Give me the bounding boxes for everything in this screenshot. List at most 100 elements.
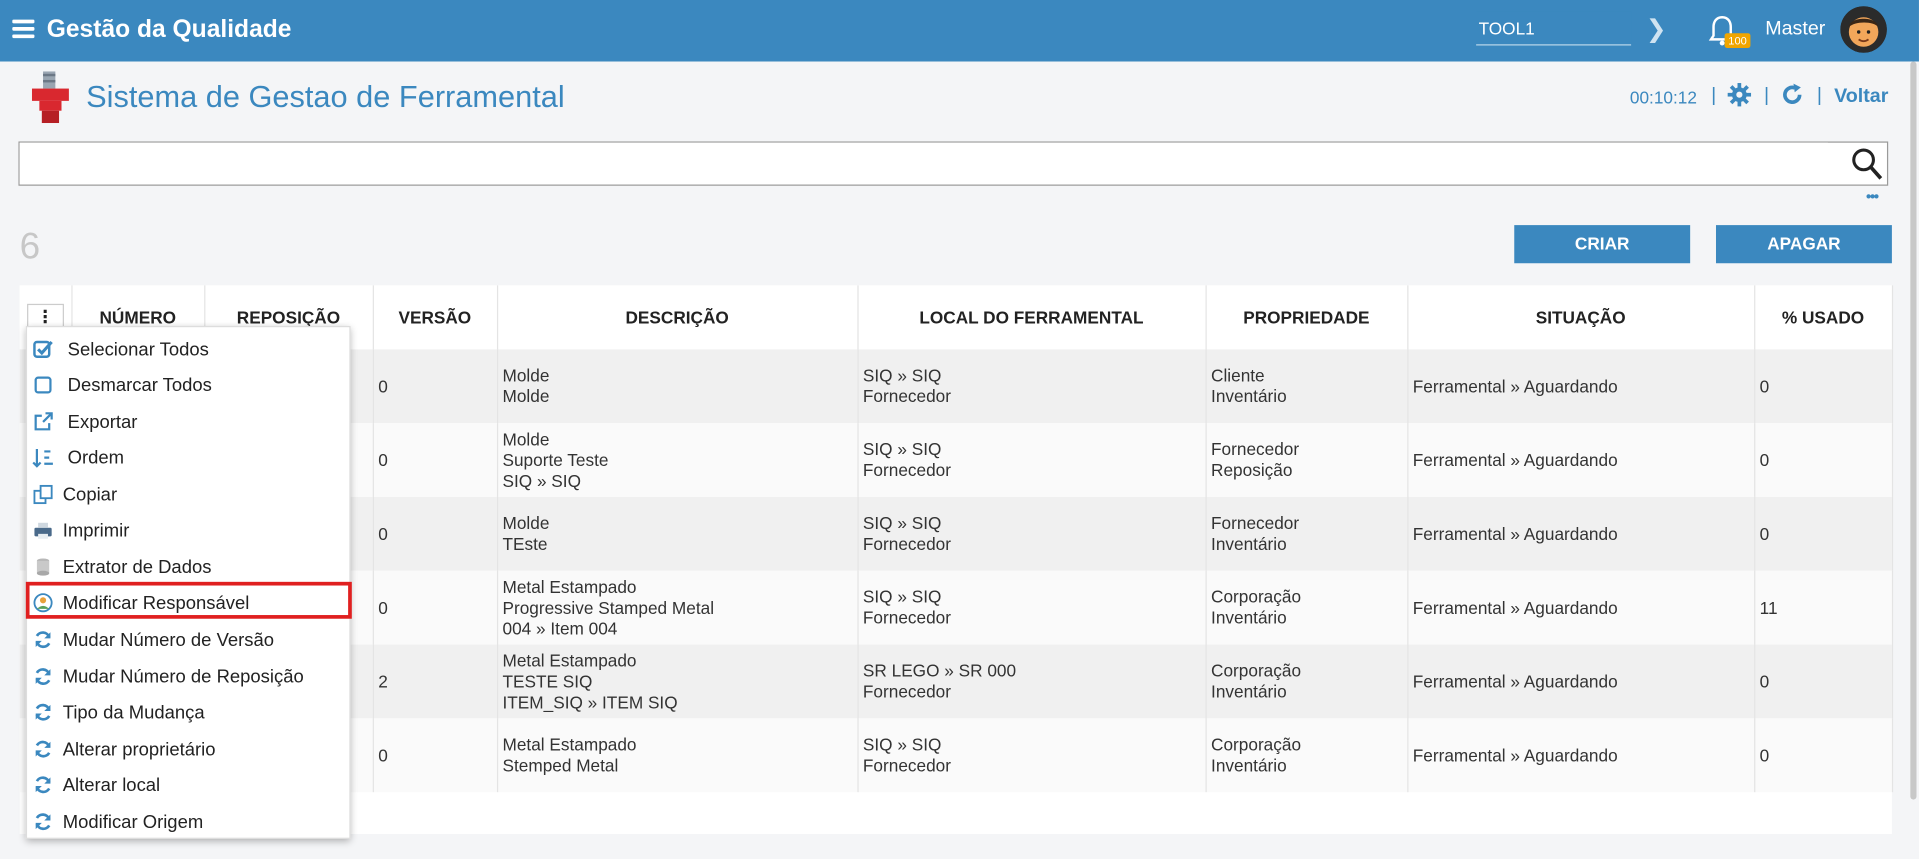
column-header[interactable]: PROPRIEDADE bbox=[1205, 285, 1408, 350]
menu-item-modificar-responsavel[interactable]: Modificar Responsável bbox=[27, 587, 352, 621]
usado-cell: 0 bbox=[1754, 496, 1893, 571]
menu-item-mudar-numero-de-reposicao[interactable]: Mudar Número de Reposição bbox=[27, 661, 352, 695]
advanced-search-toggle[interactable]: ••• bbox=[1866, 188, 1879, 205]
menu-item-mudar-numero-de-versao[interactable]: Mudar Número de Versão bbox=[27, 624, 352, 658]
menu-item-label: Mudar Número de Reposição bbox=[62, 666, 304, 688]
local-cell: SIQ » SIQ Fornecedor bbox=[857, 349, 1207, 424]
column-header[interactable]: % USADO bbox=[1754, 285, 1893, 350]
responsible-icon bbox=[32, 592, 54, 614]
versao-cell: 0 bbox=[372, 496, 498, 571]
avatar[interactable] bbox=[1840, 6, 1887, 53]
usado-cell: 0 bbox=[1754, 644, 1893, 719]
refresh-icon[interactable] bbox=[1780, 82, 1805, 107]
hamburger-menu-icon[interactable] bbox=[12, 19, 35, 40]
propriedade-cell: Corporação Inventário bbox=[1205, 644, 1408, 719]
descricao-cell-line: Metal Estampado bbox=[502, 734, 637, 755]
local-cell: SIQ » SIQ Fornecedor bbox=[857, 570, 1207, 645]
copy-icon bbox=[32, 483, 54, 505]
refresh-icon bbox=[32, 738, 54, 760]
propriedade-cell-line: Inventário bbox=[1211, 681, 1287, 702]
descricao-cell-line: Molde bbox=[502, 428, 550, 449]
app-title: Gestão da Qualidade bbox=[46, 15, 292, 44]
propriedade-cell-line: Corporação bbox=[1211, 734, 1302, 755]
menu-item-label: Mudar Número de Versão bbox=[62, 629, 275, 651]
back-link[interactable]: Voltar bbox=[1834, 86, 1888, 108]
chevron-right-icon[interactable]: ❯ bbox=[1646, 14, 1667, 45]
usado-cell: 0 bbox=[1754, 718, 1893, 793]
vertical-scrollbar[interactable] bbox=[1907, 61, 1919, 800]
menu-item-modificar-origem[interactable]: Modificar Origem bbox=[27, 806, 352, 840]
column-header[interactable]: SITUAÇÃO bbox=[1407, 285, 1755, 350]
menu-item-copiar[interactable]: Copiar bbox=[27, 479, 352, 513]
menu-item-imprimir[interactable]: Imprimir bbox=[27, 514, 352, 548]
menu-item-extrator-de-dados[interactable]: Extrator de Dados bbox=[27, 551, 352, 585]
search-icon[interactable] bbox=[1850, 145, 1884, 182]
situacao-cell: Ferramental » Aguardando bbox=[1407, 496, 1755, 571]
menu-item-desmarcar-todos[interactable]: Desmarcar Todos bbox=[27, 369, 352, 403]
propriedade-cell-line: Inventário bbox=[1211, 607, 1287, 628]
descricao-cell-line: 004 » Item 004 bbox=[502, 618, 618, 638]
column-header[interactable]: VERSÃO bbox=[372, 285, 498, 350]
menu-item-label: Imprimir bbox=[62, 520, 130, 542]
create-button[interactable]: CRIAR bbox=[1514, 225, 1691, 264]
descricao-cell-line: TEste bbox=[502, 533, 548, 554]
menu-item-label: Desmarcar Todos bbox=[67, 375, 212, 397]
menu-item-selecionar-todos[interactable]: Selecionar Todos bbox=[27, 333, 352, 367]
propriedade-cell: Corporação Inventário bbox=[1205, 718, 1408, 793]
menu-item-ordem[interactable]: Ordem bbox=[27, 442, 352, 476]
delete-button[interactable]: APAGAR bbox=[1715, 225, 1892, 264]
versao-cell: 0 bbox=[372, 570, 498, 645]
gear-icon[interactable] bbox=[1727, 82, 1752, 107]
versao-cell: 0 bbox=[372, 423, 498, 497]
local-cell: SIQ » SIQ Fornecedor bbox=[857, 423, 1207, 497]
descricao-cell: Metal Estampado TESTE SIQ ITEM_SIQ » ITEM … bbox=[496, 644, 858, 719]
separator: | bbox=[1711, 84, 1717, 106]
local-cell: SIQ » SIQ Fornecedor bbox=[857, 496, 1207, 571]
tool-selector-input[interactable] bbox=[1476, 11, 1632, 46]
column-header[interactable]: LOCAL DO FERRAMENTAL bbox=[857, 285, 1207, 350]
local-cell-line: SIQ » SIQ bbox=[862, 512, 942, 533]
printer-icon bbox=[32, 519, 54, 541]
situacao-cell: Ferramental » Aguardando bbox=[1407, 349, 1755, 424]
descricao-cell: Molde Molde bbox=[496, 349, 858, 424]
situacao-cell: Ferramental » Aguardando bbox=[1407, 570, 1755, 645]
menu-item-tipo-da-mudanca[interactable]: Tipo da Mudança bbox=[27, 696, 352, 730]
descricao-cell-line: Molde bbox=[502, 365, 550, 386]
local-cell-line: SIQ » SIQ bbox=[862, 586, 942, 607]
menu-item-alterar-proprietario[interactable]: Alterar proprietário bbox=[27, 733, 352, 767]
tool-logo-icon bbox=[31, 71, 69, 124]
descricao-cell-line: Molde bbox=[502, 512, 550, 533]
propriedade-cell: Corporação Inventário bbox=[1205, 570, 1408, 645]
refresh-icon bbox=[32, 665, 54, 687]
descricao-cell: Metal Estampado Stemped Metal bbox=[496, 718, 858, 793]
menu-item-alterar-local[interactable]: Alterar local bbox=[27, 769, 352, 803]
checkbox-checked-icon bbox=[32, 338, 54, 360]
export-icon bbox=[32, 411, 54, 433]
propriedade-cell-line: Fornecedor bbox=[1211, 439, 1300, 459]
propriedade-cell: Fornecedor Reposição bbox=[1205, 423, 1408, 497]
search-bar bbox=[18, 141, 1889, 186]
local-cell-line: Fornecedor bbox=[862, 607, 951, 628]
refresh-icon bbox=[32, 701, 54, 723]
propriedade-cell-line: Inventário bbox=[1211, 533, 1287, 554]
menu-item-label: Tipo da Mudança bbox=[62, 702, 205, 724]
search-input[interactable] bbox=[19, 142, 1828, 185]
column-header[interactable]: DESCRIÇÃO bbox=[496, 285, 858, 350]
user-name[interactable]: Master bbox=[1765, 18, 1825, 40]
versao-cell: 2 bbox=[372, 644, 498, 719]
usado-cell: 11 bbox=[1754, 570, 1893, 645]
propriedade-cell-line: Inventário bbox=[1211, 755, 1287, 775]
propriedade-cell-line: Corporação bbox=[1211, 660, 1302, 681]
descricao-cell-line: Suporte Teste bbox=[502, 449, 609, 470]
local-cell: SIQ » SIQ Fornecedor bbox=[857, 718, 1207, 793]
descricao-cell-line: ITEM_SIQ » ITEM SIQ bbox=[502, 691, 678, 712]
menu-item-label: Modificar Responsável bbox=[62, 592, 250, 614]
menu-item-exportar[interactable]: Exportar bbox=[27, 406, 352, 440]
session-timer: 00:10:12 bbox=[1629, 87, 1697, 108]
refresh-icon bbox=[32, 774, 54, 796]
actions-dropdown-menu: Selecionar Todos Desmarcar Todos Exportar O… bbox=[25, 325, 352, 840]
descricao-cell-line: Metal Estampado bbox=[502, 650, 637, 670]
descricao-cell: Molde Suporte Teste SIQ » SIQ bbox=[496, 423, 858, 497]
local-cell-line: SR LEGO » SR 000 bbox=[862, 660, 1017, 681]
propriedade-cell-line: Corporação bbox=[1211, 586, 1302, 607]
